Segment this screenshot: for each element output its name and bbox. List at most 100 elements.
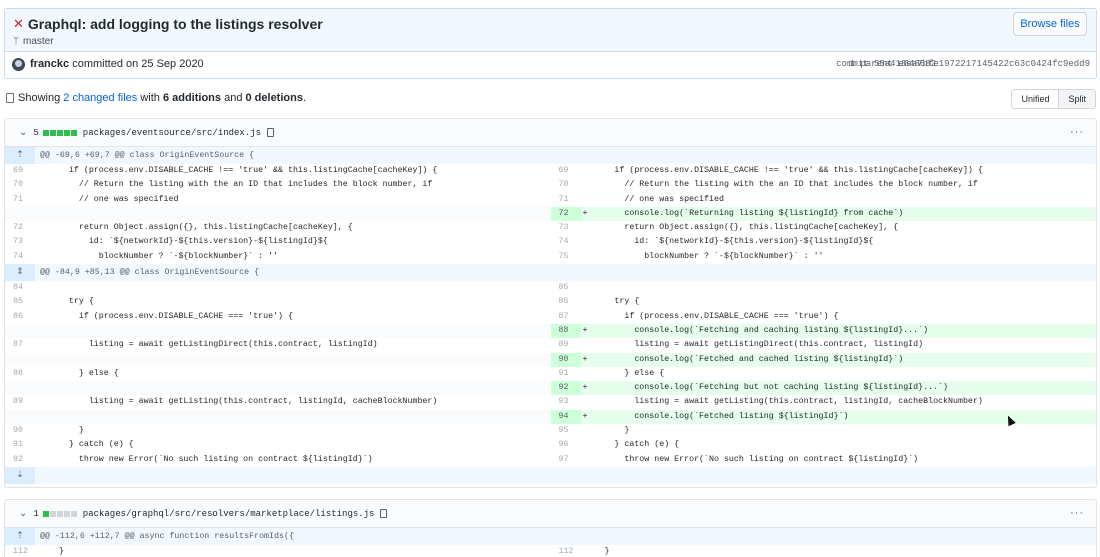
file-path[interactable]: packages/graphql/src/resolvers/marketpla… <box>83 509 375 519</box>
diff-left-side <box>5 409 551 425</box>
line-number[interactable]: 90 <box>550 352 581 367</box>
line-number[interactable]: 92 <box>5 453 35 467</box>
line-number[interactable]: 112 <box>5 545 35 557</box>
expand-down-icon[interactable]: ⇣ <box>5 466 35 484</box>
line-number[interactable] <box>5 324 35 338</box>
line-number[interactable]: 86 <box>5 310 35 324</box>
more-options-icon[interactable]: ··· <box>1070 507 1084 519</box>
code-line: if (process.env.DISABLE_CACHE !== 'true'… <box>49 166 438 175</box>
line-number[interactable]: 89 <box>551 338 581 352</box>
line-number[interactable] <box>5 381 35 395</box>
line-number[interactable]: 85 <box>551 281 581 295</box>
expand-up-icon[interactable]: ⇡ <box>5 528 35 545</box>
expand-icon[interactable]: ⇕ <box>5 264 35 282</box>
line-number[interactable]: 74 <box>551 235 581 249</box>
diff-row: 72 return Object.assign({}, this.listing… <box>5 221 1096 235</box>
line-number[interactable]: 90 <box>5 424 35 438</box>
line-number[interactable]: 91 <box>551 367 581 381</box>
line-number[interactable]: 72 <box>5 221 35 235</box>
diff-marker: + <box>582 383 588 393</box>
hunk-header-text: @@ -69,6 +69,7 @@ class OriginEventSourc… <box>40 151 255 160</box>
diff-left-side: 89 listing = await getListing(this.contr… <box>5 395 551 409</box>
line-number[interactable]: 84 <box>5 281 35 295</box>
line-number[interactable]: 73 <box>551 221 581 235</box>
line-number[interactable]: 96 <box>551 438 581 452</box>
line-number[interactable] <box>5 207 35 221</box>
line-number[interactable]: 73 <box>5 235 35 249</box>
commit-sha[interactable]: 55a418ea7bfe1972217145422c63c0424fc9edd9 <box>874 59 1090 69</box>
line-number[interactable]: 70 <box>5 178 35 192</box>
diff-marker: + <box>582 208 588 218</box>
diff-left-side: 70 // Return the listing with the an ID … <box>5 178 551 192</box>
diff-marker <box>581 164 595 178</box>
line-number[interactable]: 71 <box>5 193 35 207</box>
diff-marker <box>35 395 49 409</box>
diff-left-side: 73 id: `${networkId}-${this.version}-${l… <box>5 235 551 249</box>
browse-files-button[interactable]: Browse files <box>1013 12 1087 36</box>
code-line: return Object.assign({}, this.listingCac… <box>594 223 899 233</box>
line-number[interactable]: 92 <box>550 381 581 396</box>
line-number[interactable]: 95 <box>551 424 581 438</box>
line-number[interactable]: 75 <box>551 250 581 264</box>
copy-path-icon[interactable] <box>267 128 275 137</box>
line-number[interactable] <box>5 353 35 367</box>
line-number[interactable]: 71 <box>551 193 581 207</box>
diff-left-side: 112 } <box>5 545 551 557</box>
line-number[interactable]: 72 <box>550 206 581 222</box>
code-line: // one was specified <box>594 194 724 204</box>
diff-marker <box>35 367 49 381</box>
line-number[interactable]: 97 <box>551 453 581 467</box>
file-path[interactable]: packages/eventsource/src/index.js <box>83 128 261 138</box>
branch-name[interactable]: master <box>23 36 54 47</box>
line-number[interactable]: 87 <box>5 338 35 352</box>
diff-marker <box>35 338 49 352</box>
split-button[interactable]: Split <box>1058 90 1095 108</box>
diff-marker <box>35 207 49 221</box>
line-number[interactable] <box>5 410 35 424</box>
more-options-icon[interactable]: ··· <box>1070 126 1084 138</box>
diff-row: 90 } 95 } <box>5 424 1096 438</box>
chevron-down-icon[interactable]: ⌄ <box>19 508 27 519</box>
line-number[interactable]: 88 <box>550 323 581 339</box>
code-line: console.log(`Fetching and caching listin… <box>594 325 929 335</box>
diff-left-side: 86 if (process.env.DISABLE_CACHE === 'tr… <box>5 310 551 324</box>
diff-right-side: 96 } catch (e) { <box>551 438 1097 452</box>
author-name[interactable]: franckc <box>30 58 69 70</box>
line-number[interactable]: 69 <box>551 164 581 178</box>
code-line: listing = await getListing(this.contract… <box>594 397 983 407</box>
expand-up-icon[interactable]: ⇡ <box>5 147 35 164</box>
diff-marker <box>35 424 49 438</box>
code-line: } <box>594 426 630 436</box>
diff-summary: Showing 2 changed files with 6 additions… <box>6 92 306 104</box>
branch-label[interactable]: ᛘ master <box>13 36 54 47</box>
line-number[interactable]: 112 <box>551 545 581 557</box>
line-number[interactable]: 94 <box>550 409 581 425</box>
line-number[interactable]: 87 <box>551 310 581 324</box>
line-number[interactable]: 88 <box>5 367 35 381</box>
line-number[interactable]: 91 <box>5 438 35 452</box>
chevron-down-icon[interactable]: ⌄ <box>19 127 27 138</box>
line-number[interactable]: 93 <box>551 395 581 409</box>
status-failed-icon[interactable]: ✕ <box>13 16 24 32</box>
changed-files-link[interactable]: 2 changed files <box>63 92 137 104</box>
commit-title-bar: ✕ Graphql: add logging to the listings r… <box>5 9 1096 52</box>
diff-marker <box>581 193 595 207</box>
diff-left-side <box>5 323 551 339</box>
line-number[interactable]: 70 <box>551 178 581 192</box>
line-number[interactable]: 74 <box>5 250 35 264</box>
copy-path-icon[interactable] <box>380 509 388 518</box>
code-line: id: `${networkId}-${this.version}-${list… <box>49 237 328 247</box>
diff-left-side: 88 } else { <box>5 367 551 381</box>
diff-marker <box>581 281 595 295</box>
file-diff: ⌄ 1 packages/graphql/src/resolvers/marke… <box>4 499 1097 557</box>
line-number[interactable]: 85 <box>5 295 35 309</box>
unified-button[interactable]: Unified <box>1012 90 1059 108</box>
line-number[interactable]: 69 <box>5 164 35 178</box>
code-line: } catch (e) { <box>49 440 134 450</box>
line-number[interactable]: 86 <box>551 295 581 309</box>
diff-row: 85 try {86 try { <box>5 295 1096 309</box>
diff-marker <box>581 438 595 452</box>
line-number[interactable]: 89 <box>5 395 35 409</box>
avatar[interactable] <box>12 58 25 71</box>
